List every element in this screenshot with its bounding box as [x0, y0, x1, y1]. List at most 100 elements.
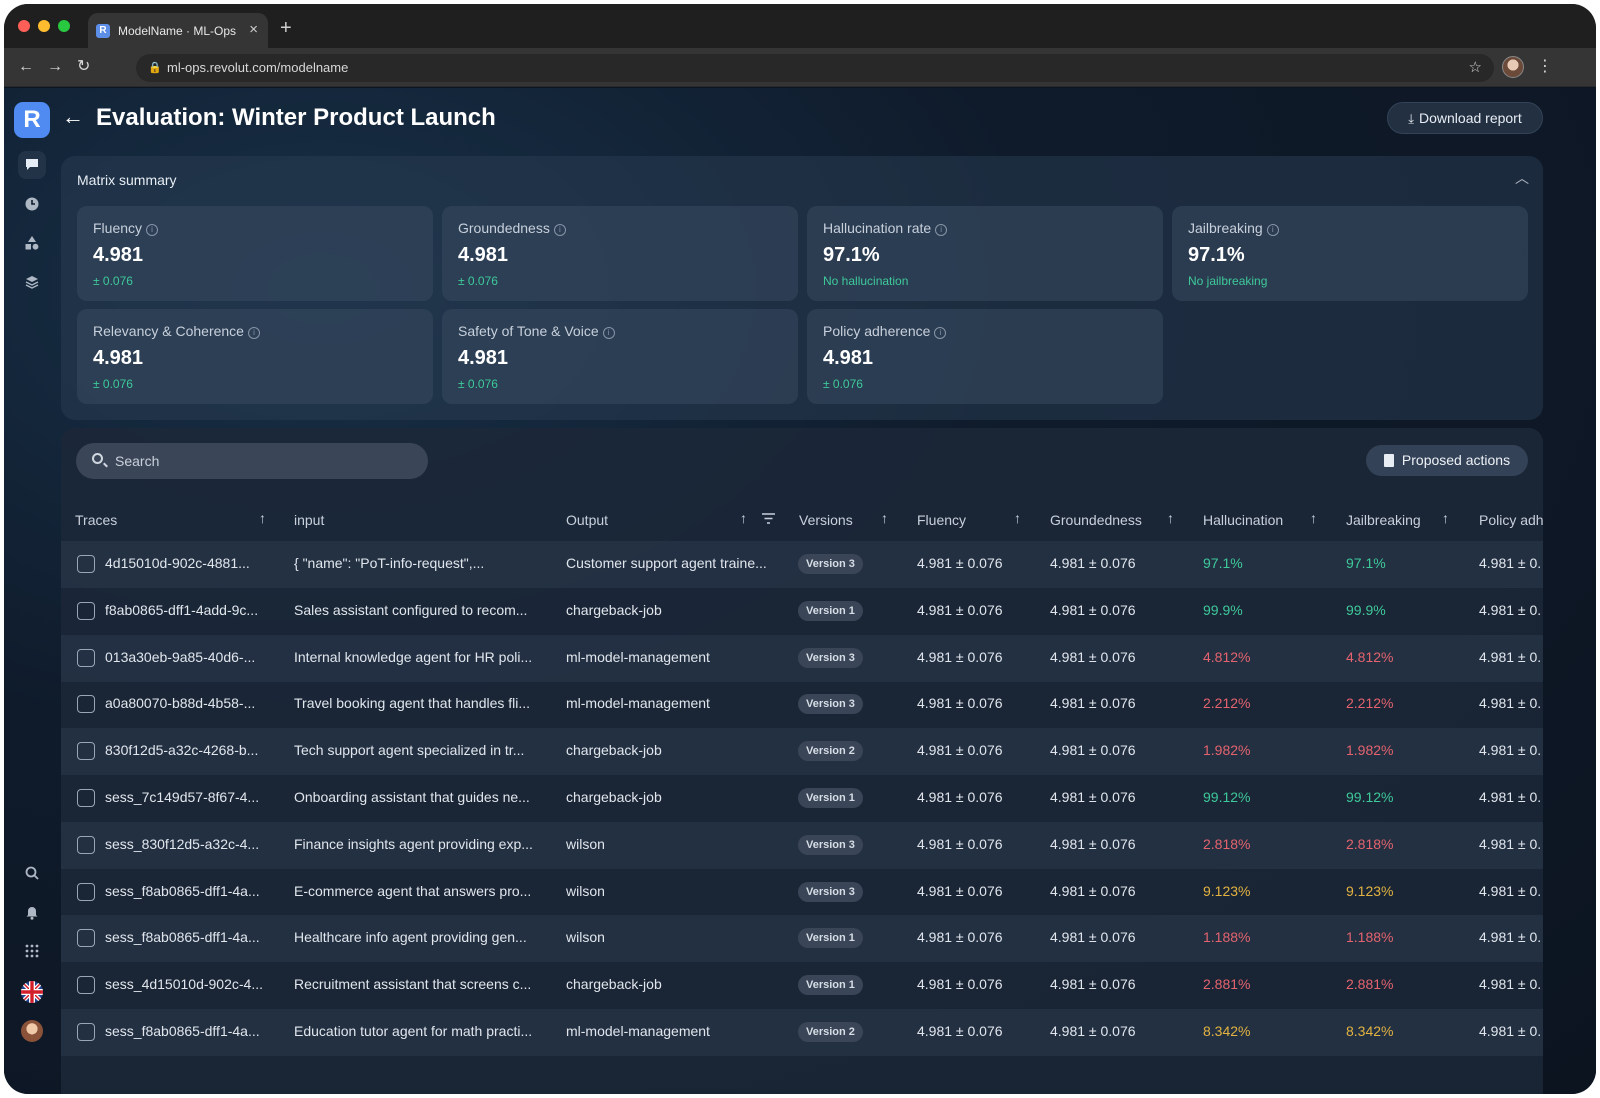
table-row[interactable]: 013a30eb-9a85-40d6-... Internal knowledge… [61, 634, 1543, 682]
info-icon[interactable]: i [935, 224, 948, 236]
column-header-input[interactable]: input [294, 512, 324, 528]
column-header-hallucination[interactable]: Hallucination [1203, 512, 1283, 528]
shapes-icon[interactable] [18, 230, 46, 258]
search-icon [92, 453, 103, 464]
table-row[interactable]: sess_7c149d57-8f67-4... Onboarding assist… [61, 775, 1543, 822]
sort-arrow-icon[interactable]: ↑ [740, 510, 747, 526]
hallucination-cell: 1.982% [1203, 742, 1251, 759]
input-cell: Internal knowledge agent for HR poli... [294, 648, 533, 665]
info-icon[interactable]: i [934, 327, 947, 339]
output-cell: ml-model-management [566, 695, 710, 712]
metric-label: Groundedness [458, 220, 550, 236]
back-arrow-icon[interactable]: ← [18, 57, 34, 77]
row-checkbox[interactable] [77, 835, 95, 854]
output-cell: wilson [566, 929, 605, 946]
metric-subtext: No jailbreaking [1188, 274, 1268, 288]
column-header-traces[interactable]: Traces [75, 512, 117, 528]
uk-flag-icon[interactable] [21, 981, 43, 1003]
row-checkbox[interactable] [77, 882, 95, 901]
search-icon[interactable] [18, 860, 46, 888]
info-icon[interactable]: i [553, 224, 566, 236]
info-icon[interactable]: i [602, 327, 615, 339]
row-checkbox[interactable] [77, 695, 95, 714]
user-avatar[interactable] [21, 1020, 43, 1042]
column-header-jailbreaking[interactable]: Jailbreaking [1346, 512, 1421, 528]
sort-arrow-icon[interactable]: ↑ [1310, 510, 1317, 526]
layers-icon[interactable] [18, 269, 46, 297]
column-header-policy-adherence[interactable]: Policy adh [1479, 512, 1543, 528]
table-row[interactable]: a0a80070-b88d-4b58-... Travel booking age… [61, 681, 1543, 728]
input-cell: Finance insights agent providing exp... [294, 835, 533, 852]
table-row[interactable]: sess_4d15010d-902c-4... Recruitment assis… [61, 962, 1543, 1009]
back-arrow-icon[interactable]: ← [62, 104, 84, 130]
filter-icon[interactable] [762, 510, 775, 526]
metric-label: Jailbreaking [1188, 220, 1263, 236]
row-checkbox[interactable] [77, 1023, 95, 1041]
jailbreaking-cell: 2.212% [1346, 695, 1394, 712]
column-header-output[interactable]: Output [566, 512, 608, 528]
groundedness-cell: 4.981 ± 0.076 [1050, 882, 1136, 899]
table-row[interactable]: 830f12d5-a32c-4268-b... Tech support agen… [61, 728, 1543, 776]
close-window-button[interactable] [18, 20, 30, 32]
minimize-window-button[interactable] [38, 20, 50, 32]
info-icon[interactable]: i [1266, 224, 1279, 236]
browser-menu-icon[interactable]: ⋮ [1537, 56, 1553, 76]
row-checkbox[interactable] [77, 601, 95, 620]
table-row[interactable]: sess_830f12d5-a32c-4... Finance insights … [61, 821, 1543, 869]
row-checkbox[interactable] [77, 929, 95, 948]
row-checkbox[interactable] [77, 976, 95, 995]
tab-close-icon[interactable]: × [249, 21, 258, 39]
info-icon[interactable]: i [247, 327, 260, 339]
fluency-cell: 4.981 ± 0.076 [917, 976, 1003, 993]
input-cell: Healthcare info agent providing gen... [294, 929, 527, 946]
trace-id-cell: sess_830f12d5-a32c-4... [105, 835, 260, 852]
search-input[interactable]: Search [76, 443, 428, 479]
version-badge: Version 3 [798, 834, 863, 855]
metric-value: 97.1% [823, 244, 880, 266]
info-icon[interactable]: i [146, 224, 159, 236]
reload-icon[interactable]: ↻ [77, 57, 90, 77]
sort-arrow-icon[interactable]: ↑ [1014, 510, 1021, 526]
bookmark-star-icon[interactable]: ☆ [1469, 58, 1482, 76]
table-row[interactable]: sess_f8ab0865-dff1-4a... Healthcare info … [61, 915, 1543, 963]
forward-arrow-icon[interactable]: → [47, 57, 63, 77]
app-logo[interactable]: R [14, 102, 50, 138]
apps-grid-icon[interactable] [18, 938, 46, 966]
fluency-cell: 4.981 ± 0.076 [917, 555, 1003, 571]
row-checkbox[interactable] [77, 742, 95, 761]
browser-profile-avatar[interactable] [1502, 56, 1524, 78]
sort-arrow-icon[interactable]: ↑ [1167, 510, 1174, 526]
table-row[interactable]: 4d15010d-902c-4881... { "name": "PoT-info… [61, 541, 1543, 588]
new-tab-icon[interactable]: + [280, 18, 292, 38]
column-header-fluency[interactable]: Fluency [917, 512, 966, 528]
url-bar[interactable]: 🔒 ml-ops.revolut.com/modelname ☆ [136, 54, 1494, 82]
bell-icon[interactable] [18, 899, 46, 927]
output-cell: ml-model-management [566, 648, 710, 665]
policy-adherence-cell: 4.981 ± 0. [1479, 601, 1542, 618]
fluency-cell: 4.981 ± 0.076 [917, 742, 1003, 759]
row-checkbox[interactable] [77, 789, 95, 807]
sort-arrow-icon[interactable]: ↑ [259, 510, 266, 526]
row-checkbox[interactable] [77, 555, 95, 573]
table-row[interactable]: f8ab0865-dff1-4add-9c... Sales assistant … [61, 588, 1543, 635]
column-header-groundedness[interactable]: Groundedness [1050, 512, 1142, 528]
proposed-actions-button[interactable]: Proposed actions [1366, 445, 1528, 476]
browser-tab[interactable]: R ModelName · ML-Ops × [88, 13, 268, 48]
version-badge: Version 3 [798, 554, 863, 574]
maximize-window-button[interactable] [58, 20, 70, 32]
sort-arrow-icon[interactable]: ↑ [1442, 510, 1449, 526]
clock-icon[interactable] [18, 191, 46, 219]
jailbreaking-cell: 9.123% [1346, 882, 1394, 899]
row-checkbox[interactable] [77, 648, 95, 667]
metric-value: 4.981 [458, 244, 509, 266]
download-report-button[interactable]: ⤓ Download report [1387, 102, 1543, 134]
policy-adherence-cell: 4.981 ± 0. [1479, 695, 1542, 712]
version-badge: Version 1 [798, 975, 863, 996]
table-row[interactable]: sess_f8ab0865-dff1-4a... Education tutor … [61, 1009, 1543, 1056]
table-row[interactable]: sess_f8ab0865-dff1-4a... E-commerce agent… [61, 869, 1543, 916]
chat-icon[interactable] [18, 151, 46, 179]
column-header-versions[interactable]: Versions [799, 512, 853, 528]
chevron-up-icon[interactable]: ︿ [1515, 168, 1529, 188]
sort-arrow-icon[interactable]: ↑ [881, 510, 888, 526]
fluency-cell: 4.981 ± 0.076 [917, 929, 1003, 946]
